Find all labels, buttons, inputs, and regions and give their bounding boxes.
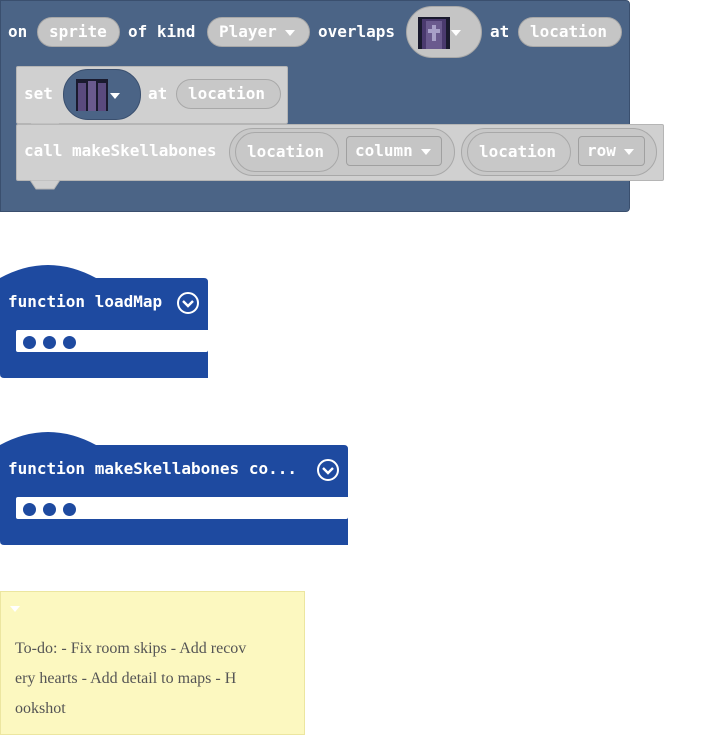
tile-picker-dropdown[interactable] xyxy=(406,6,482,58)
chevron-down-icon xyxy=(451,30,461,36)
ellipsis-dot xyxy=(43,503,56,516)
tombstone-tile-icon xyxy=(418,17,450,49)
ellipsis-dot xyxy=(63,336,76,349)
column-argument-block[interactable]: location column xyxy=(229,128,455,176)
location-variable-pill[interactable]: location xyxy=(176,79,281,109)
chevron-down-icon xyxy=(420,148,431,155)
purple-wall-tile-icon xyxy=(76,79,108,111)
location-variable-label: location xyxy=(479,142,557,161)
location-variable-label: location xyxy=(247,142,325,161)
chevron-down-icon xyxy=(623,148,634,155)
of-kind-keyword: of kind xyxy=(128,22,196,41)
row-property-label: row xyxy=(587,141,616,160)
location-variable-pill[interactable]: location xyxy=(467,132,571,172)
location-variable-pill[interactable]: location xyxy=(235,132,339,172)
function-title: function makeSkellabones co... xyxy=(8,459,297,478)
collapse-chevron-icon[interactable] xyxy=(176,291,200,315)
row-property-dropdown[interactable]: row xyxy=(578,136,645,166)
ellipsis-dot xyxy=(23,503,36,516)
chevron-down-icon xyxy=(284,29,295,36)
comment-line: To-do: - Fix room skips - Add recov xyxy=(15,640,247,657)
sprite-variable-pill[interactable]: sprite xyxy=(37,17,120,47)
function-name-label: makeSkellabones xyxy=(72,141,217,160)
sprite-variable-label: sprite xyxy=(49,22,107,41)
function-block-makeskellabones[interactable] xyxy=(0,427,350,549)
ellipsis-dot xyxy=(63,503,76,516)
collapse-triangle-icon[interactable] xyxy=(10,606,20,612)
set-keyword: set xyxy=(24,84,53,103)
on-keyword: on xyxy=(8,22,28,41)
overlaps-keyword: overlaps xyxy=(318,22,396,41)
function-block-loadmap[interactable] xyxy=(0,260,210,382)
comment-line: ookshot xyxy=(15,700,66,717)
sprite-kind-label: Player xyxy=(219,22,277,41)
chevron-down-icon xyxy=(110,93,120,99)
at-keyword: at xyxy=(490,22,510,41)
column-property-label: column xyxy=(355,141,413,160)
collapse-chevron-icon[interactable] xyxy=(316,458,340,482)
at-keyword: at xyxy=(148,84,168,103)
column-property-dropdown[interactable]: column xyxy=(346,136,442,166)
comment-line: ery hearts - Add detail to maps - H xyxy=(15,670,237,687)
ellipsis-dot xyxy=(23,336,36,349)
row-argument-block[interactable]: location row xyxy=(461,128,657,176)
location-variable-label: location xyxy=(188,84,266,103)
tile-image-dropdown[interactable] xyxy=(63,69,141,120)
function-title: function loadMap xyxy=(8,292,163,311)
location-variable-pill[interactable]: location xyxy=(518,17,622,47)
call-keyword: call xyxy=(24,141,63,160)
ellipsis-dot xyxy=(43,336,56,349)
sprite-kind-dropdown[interactable]: Player xyxy=(207,17,310,47)
location-variable-label: location xyxy=(530,22,608,41)
block-notch xyxy=(30,180,60,190)
